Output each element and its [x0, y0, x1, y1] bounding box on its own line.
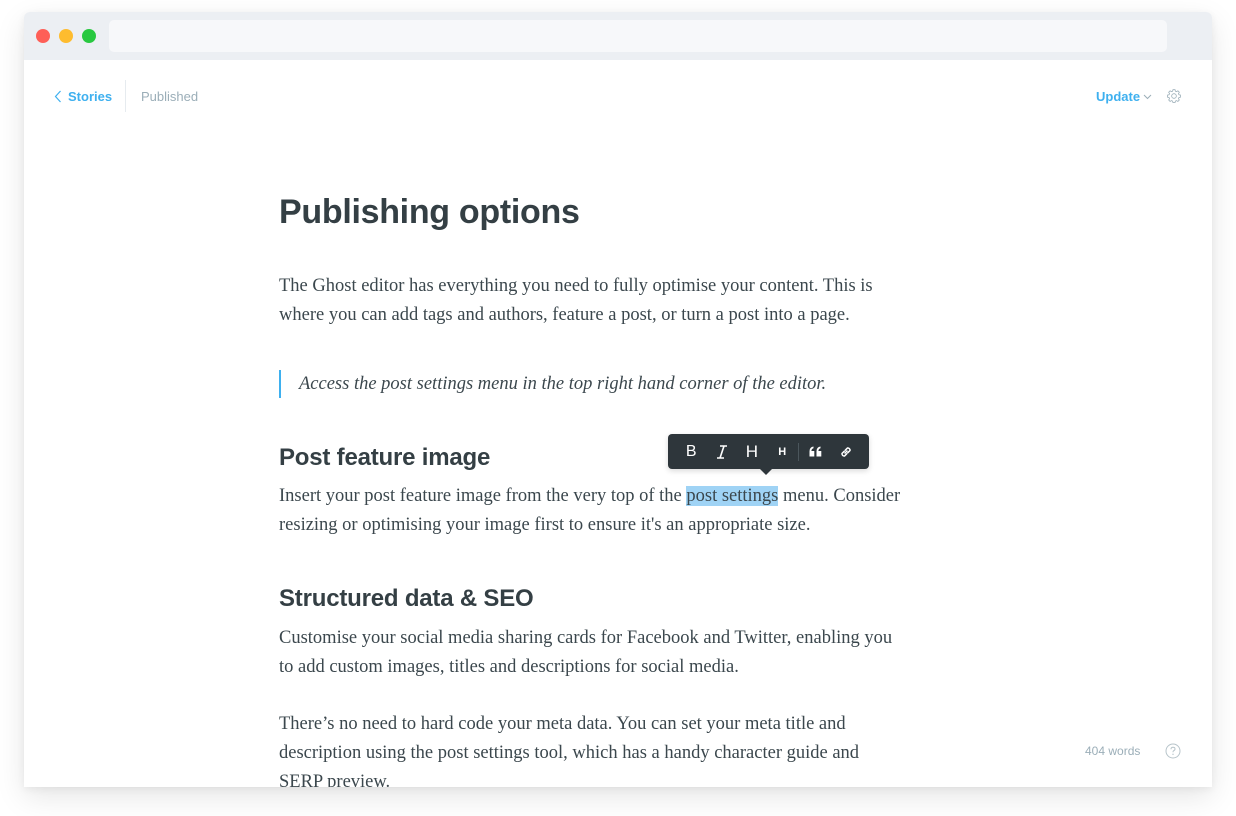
word-count: 404 words — [1085, 744, 1140, 758]
section-heading[interactable]: Structured data & SEO — [279, 585, 534, 613]
browser-window: Stories Published Update Publishing opti… — [24, 12, 1212, 787]
text-line: where you can add tags and authors, feat… — [279, 305, 850, 325]
section-heading[interactable]: Post feature image — [279, 444, 490, 472]
nav-divider — [125, 80, 126, 112]
editor-header: Stories Published Update — [24, 60, 1212, 130]
back-label: Stories — [68, 89, 112, 104]
feature-image-paragraph[interactable]: Insert your post feature image from the … — [279, 482, 900, 540]
text-segment: menu. Consider — [778, 486, 900, 506]
social-cards-paragraph[interactable]: Customise your social media sharing card… — [279, 624, 892, 682]
text-line: SERP preview. — [279, 772, 390, 787]
chevron-left-icon — [54, 90, 62, 103]
text-line: resizing or optimising your image first … — [279, 515, 810, 535]
bold-icon: B — [686, 443, 697, 461]
post-title[interactable]: Publishing options — [279, 193, 580, 232]
toolbar-divider — [798, 443, 799, 461]
gear-icon[interactable] — [1166, 88, 1182, 104]
link-icon — [839, 445, 853, 459]
quote-button[interactable] — [800, 434, 830, 469]
help-icon[interactable] — [1165, 743, 1181, 759]
title-bar — [24, 12, 1212, 60]
intro-paragraph[interactable]: The Ghost editor has everything you need… — [279, 272, 873, 330]
formatting-toolbar: B H H — [668, 434, 869, 469]
blockquote[interactable]: Access the post settings menu in the top… — [279, 370, 826, 398]
text-segment: Insert your post feature image from the … — [279, 486, 686, 506]
text-line: description using the post settings tool… — [279, 743, 859, 763]
update-button[interactable]: Update — [1096, 89, 1152, 104]
meta-data-paragraph[interactable]: There’s no need to hard code your meta d… — [279, 710, 859, 787]
bold-button[interactable]: B — [676, 434, 706, 469]
chevron-down-icon — [1143, 94, 1152, 100]
heading-2-icon: H — [778, 446, 786, 458]
text-line: to add custom images, titles and descrip… — [279, 657, 739, 677]
selected-text[interactable]: post settings — [686, 486, 778, 506]
link-button[interactable] — [831, 434, 861, 469]
heading-1-icon: H — [746, 442, 758, 462]
address-bar[interactable] — [109, 20, 1167, 52]
quote-icon — [809, 446, 822, 457]
close-window-button[interactable] — [36, 29, 50, 43]
text-line: The Ghost editor has everything you need… — [279, 276, 873, 296]
post-status: Published — [141, 89, 198, 104]
back-to-stories-link[interactable]: Stories — [54, 89, 112, 104]
text-line: There’s no need to hard code your meta d… — [279, 714, 846, 734]
maximize-window-button[interactable] — [82, 29, 96, 43]
minimize-window-button[interactable] — [59, 29, 73, 43]
italic-button[interactable] — [706, 434, 736, 469]
italic-icon — [716, 445, 728, 459]
heading-2-button[interactable]: H — [767, 434, 797, 469]
heading-1-button[interactable]: H — [737, 434, 767, 469]
update-label: Update — [1096, 89, 1140, 104]
text-line: Customise your social media sharing card… — [279, 628, 892, 648]
